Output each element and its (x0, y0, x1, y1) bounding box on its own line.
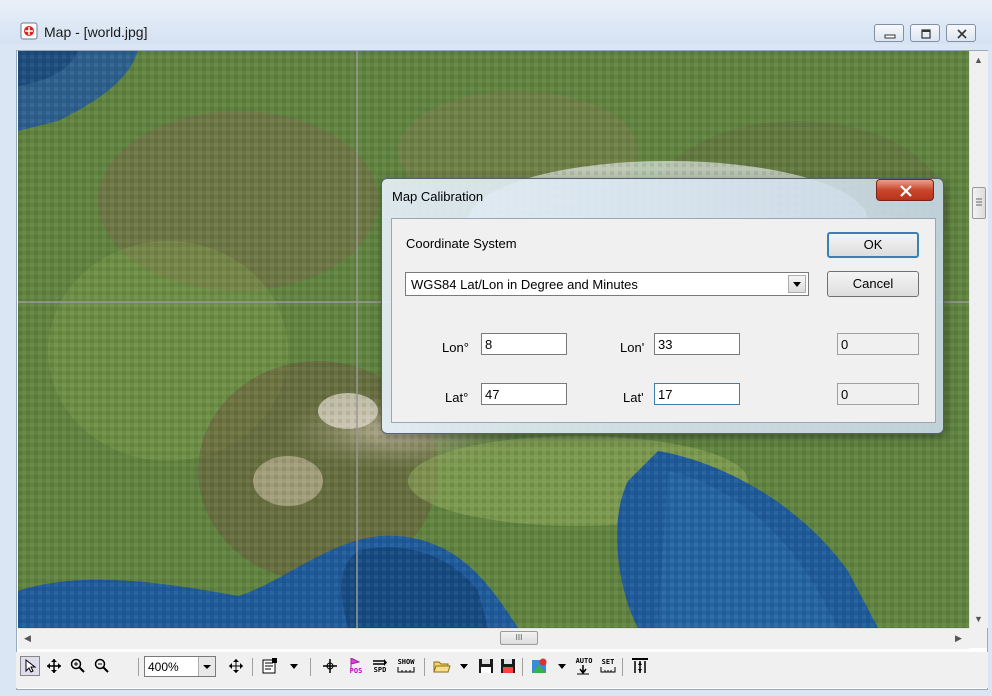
cancel-button[interactable]: Cancel (827, 271, 919, 297)
open-dropdown[interactable] (454, 656, 474, 676)
properties-button[interactable] (260, 656, 280, 676)
lon-minute-label: Lon' (620, 340, 645, 355)
chevron-down-icon (203, 665, 211, 669)
toolbar-separator (138, 658, 139, 676)
fit-width-button[interactable] (226, 656, 246, 676)
crosshair-icon (323, 659, 337, 673)
dialog-title: Map Calibration (392, 189, 484, 204)
vertical-scroll-thumb[interactable] (972, 187, 986, 219)
app-icon[interactable] (20, 22, 38, 40)
lat-second-field: 0 (837, 383, 919, 405)
zoom-dropdown-button[interactable] (198, 657, 215, 676)
auto-icon: AUTO (576, 657, 592, 675)
lon-minute-input[interactable]: 33 (654, 333, 740, 355)
lat-minute-label: Lat' (623, 390, 644, 405)
scroll-up-icon[interactable]: ▲ (974, 55, 983, 65)
coordinate-system-dropdown[interactable] (788, 275, 806, 293)
lon-second-field: 0 (837, 333, 919, 355)
toolbar-separator (310, 658, 311, 676)
map-window: Map - [world.jpg] ▲ ▼ ◀ ▶ III 400% POS S… (0, 0, 992, 696)
track-button[interactable] (630, 656, 650, 676)
chevron-down-icon (793, 282, 801, 287)
zoom-in-icon (70, 658, 85, 673)
coordinate-system-value: WGS84 Lat/Lon in Degree and Minutes (411, 277, 638, 292)
show-icon: SHOW (397, 658, 415, 674)
grip-icon (976, 198, 982, 206)
chevron-down-icon (460, 664, 468, 669)
toolbar-separator (424, 658, 425, 676)
zoom-level-select[interactable]: 400% (144, 656, 216, 677)
chevron-down-icon (558, 664, 566, 669)
minimize-button[interactable] (874, 24, 904, 42)
pointer-tool-button[interactable] (20, 656, 40, 676)
show-button[interactable]: SHOW (394, 656, 418, 676)
speed-icon: SPD (372, 658, 388, 674)
restore-icon (921, 29, 931, 39)
scroll-down-icon[interactable]: ▼ (974, 614, 983, 624)
lon-degree-label: Lon° (442, 340, 469, 355)
position-icon: POS (349, 657, 363, 675)
lat-degree-input[interactable]: 47 (481, 383, 567, 405)
zoom-out-icon (94, 658, 109, 673)
save-as-icon (501, 659, 515, 673)
fit-width-icon (229, 659, 243, 673)
set-button[interactable]: SET (598, 656, 618, 676)
pointer-icon (25, 659, 37, 673)
open-folder-icon (433, 661, 451, 673)
lon-degree-input[interactable]: 8 (481, 333, 567, 355)
auto-button[interactable]: AUTO (574, 656, 594, 676)
save-as-button[interactable] (498, 656, 518, 676)
lat-degree-label: Lat° (445, 390, 469, 405)
set-icon: SET (600, 658, 616, 674)
scrollbar-corner (969, 628, 987, 648)
horizontal-scrollbar[interactable] (18, 628, 969, 649)
speed-button[interactable]: SPD (370, 656, 390, 676)
coordinate-system-select[interactable]: WGS84 Lat/Lon in Degree and Minutes (405, 272, 809, 296)
map-pin-icon (532, 658, 547, 673)
toolbar-separator (622, 658, 623, 676)
coordinate-system-label: Coordinate System (406, 236, 517, 251)
ok-button[interactable]: OK (827, 232, 919, 258)
chevron-down-icon (290, 664, 298, 669)
vertical-scrollbar[interactable] (969, 51, 988, 628)
properties-dropdown[interactable] (284, 656, 304, 676)
toolbar-separator (252, 658, 253, 676)
zoom-level-value: 400% (148, 660, 179, 674)
close-icon (900, 185, 912, 197)
properties-icon (262, 658, 277, 674)
title-bar (0, 0, 992, 44)
zoom-in-button[interactable] (68, 656, 88, 676)
crosshair-button[interactable] (320, 656, 340, 676)
position-button[interactable]: POS (346, 656, 366, 676)
track-icon (632, 658, 648, 673)
map-pin-dropdown[interactable] (552, 656, 572, 676)
pan-icon (47, 659, 61, 673)
scroll-left-icon[interactable]: ◀ (24, 633, 31, 644)
save-button[interactable] (476, 656, 496, 676)
toolbar-separator (522, 658, 523, 676)
close-window-button[interactable] (946, 24, 976, 42)
save-icon (479, 659, 493, 673)
lat-minute-input[interactable]: 17 (654, 383, 740, 405)
pan-tool-button[interactable] (44, 656, 64, 676)
close-icon (957, 29, 967, 39)
window-title: Map - [world.jpg] (44, 24, 148, 40)
scroll-right-icon[interactable]: ▶ (955, 633, 962, 644)
horizontal-scroll-thumb[interactable]: III (500, 631, 538, 645)
minimize-icon (884, 34, 896, 39)
map-pin-button[interactable] (530, 656, 550, 676)
zoom-out-button[interactable] (92, 656, 112, 676)
dialog-close-button[interactable] (876, 179, 934, 201)
open-button[interactable] (432, 656, 452, 676)
restore-button[interactable] (910, 24, 940, 42)
